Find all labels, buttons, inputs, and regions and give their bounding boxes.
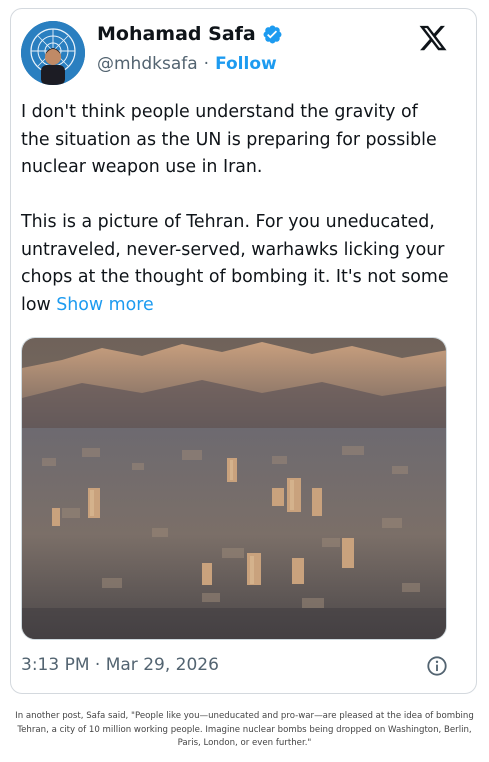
avatar[interactable] bbox=[21, 21, 85, 85]
article-caption: In another post, Safa said, "People like… bbox=[15, 711, 474, 748]
info-icon[interactable] bbox=[426, 655, 448, 677]
separator-dot: · bbox=[203, 54, 210, 74]
author-display-name[interactable]: Mohamad Safa bbox=[97, 23, 256, 45]
avatar-image bbox=[21, 21, 85, 85]
author-name-row: Mohamad Safa bbox=[97, 23, 283, 45]
x-logo-icon[interactable] bbox=[418, 23, 448, 53]
tweet-text: I don't think people understand the grav… bbox=[21, 99, 451, 319]
follow-button[interactable]: Follow bbox=[215, 54, 277, 74]
tehran-aerial-photo bbox=[22, 338, 446, 639]
tweet-timestamp[interactable]: 3:13 PM · Mar 29, 2026 bbox=[21, 655, 219, 675]
tweet-embed-card[interactable]: Mohamad Safa @mhdksafa · Follow I don't th… bbox=[10, 8, 477, 694]
verified-badge-icon bbox=[262, 24, 283, 45]
author-handle-row: @mhdksafa · Follow bbox=[97, 54, 277, 74]
tweet-body-text: I don't think people understand the grav… bbox=[21, 102, 449, 315]
tweet-photo[interactable] bbox=[21, 337, 447, 640]
show-more-link[interactable]: Show more bbox=[56, 295, 154, 315]
author-handle[interactable]: @mhdksafa bbox=[97, 54, 198, 74]
